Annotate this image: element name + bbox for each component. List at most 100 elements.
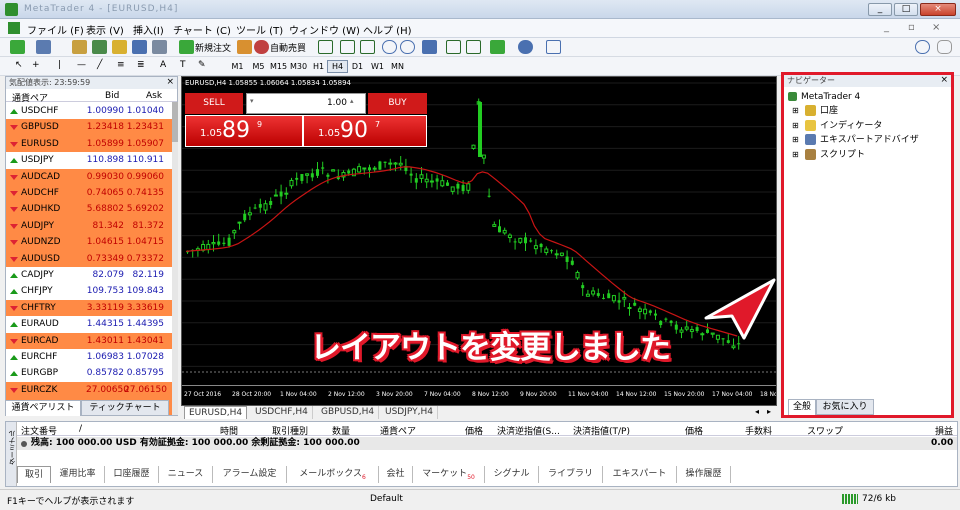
market-watch-row[interactable]: CHFJPY 109.753 109.843 <box>6 283 172 301</box>
tab-common[interactable]: 全般 <box>788 399 816 415</box>
terminal-tab[interactable]: 操作履歴 <box>677 466 731 483</box>
buy-price[interactable]: 1.05 90 7 <box>303 115 427 147</box>
autoscroll-icon[interactable] <box>446 40 461 54</box>
col-profit[interactable]: 損益 <box>935 424 953 437</box>
mdi-close[interactable]: × <box>932 22 940 33</box>
market-watch-icon[interactable] <box>72 40 87 54</box>
terminal-tab[interactable]: メールボックス6 <box>287 466 379 483</box>
col-ask[interactable]: Ask <box>146 91 162 101</box>
hline-icon[interactable]: — <box>77 60 86 70</box>
market-watch-row[interactable]: AUDUSD 0.73349 0.73372 <box>6 250 172 268</box>
tf-h4[interactable]: H4 <box>327 60 348 73</box>
minimize-button[interactable]: _ <box>868 3 892 16</box>
market-watch-row[interactable]: EURGBP 0.85782 0.85795 <box>6 365 172 383</box>
col-commission[interactable]: 手数料 <box>745 424 772 437</box>
label-icon[interactable]: T <box>180 60 186 70</box>
terminal-tab[interactable]: ライブラリ <box>539 466 603 483</box>
tf-m15[interactable]: M15 <box>268 60 289 73</box>
sell-price[interactable]: 1.05 89 9 <box>185 115 303 147</box>
new-order-icon[interactable] <box>179 40 194 54</box>
chart-tab-eurusd[interactable]: EURUSD,H4 <box>184 406 248 419</box>
market-watch-row[interactable]: EURCZK 27.00650 27.06150 <box>6 381 172 399</box>
terminal-tab[interactable]: 口座履歴 <box>105 466 159 483</box>
menu-chart[interactable]: チャート (C) <box>173 22 231 37</box>
data-window-icon[interactable] <box>92 40 107 54</box>
tf-mn[interactable]: MN <box>387 60 408 73</box>
tab-favorites[interactable]: お気に入り <box>816 399 874 415</box>
market-watch-close-icon[interactable]: × <box>166 77 174 87</box>
market-watch-row[interactable]: CADJPY 82.079 82.119 <box>6 267 172 284</box>
market-watch-row[interactable]: EURCHF 1.06983 1.07028 <box>6 349 172 366</box>
market-watch-row[interactable]: USDCHF 1.00990 1.01040 <box>6 103 172 120</box>
menu-window[interactable]: ウィンドウ (W) <box>289 22 360 37</box>
col-tp[interactable]: 決済指値(T/P) <box>573 424 630 437</box>
search-icon[interactable] <box>915 40 930 54</box>
tab-scroll-left-icon[interactable]: ◂ <box>755 407 759 416</box>
col-time[interactable]: 時間 <box>220 424 238 437</box>
chart-tab-usdchf[interactable]: USDCHF,H4 <box>251 406 313 419</box>
terminal-tab[interactable]: 取引 <box>17 466 51 483</box>
profiles-icon[interactable] <box>36 40 51 54</box>
sell-button[interactable]: SELL <box>185 93 243 114</box>
cursor-icon[interactable]: ↖ <box>15 60 23 70</box>
market-watch-row[interactable]: USDJPY 110.898 110.911 <box>6 152 172 170</box>
expand-icon[interactable]: ⊞ <box>792 119 799 133</box>
chart-shift-icon[interactable] <box>466 40 481 54</box>
tile-windows-icon[interactable] <box>422 40 437 54</box>
scroll-thumb[interactable] <box>172 102 178 142</box>
new-chart-icon[interactable] <box>10 40 25 54</box>
menu-insert[interactable]: 挿入(I) <box>133 22 164 37</box>
market-watch-scrollbar[interactable] <box>172 102 178 415</box>
terminal-tab[interactable]: シグナル <box>485 466 539 483</box>
lot-down-icon[interactable]: ▾ <box>250 97 254 105</box>
new-order-button[interactable]: 新規注文 <box>195 41 231 54</box>
tab-symbols[interactable]: 通貨ペアリスト <box>5 400 81 416</box>
market-watch-row[interactable]: AUDJPY 81.342 81.372 <box>6 217 172 235</box>
lot-up-icon[interactable]: ▴ <box>350 97 354 105</box>
menu-view[interactable]: 表示 (V) <box>86 22 124 37</box>
zoom-in-icon[interactable] <box>382 40 397 54</box>
terminal-tab[interactable]: 会社 <box>379 466 413 483</box>
bar-chart-icon[interactable] <box>318 40 333 54</box>
menu-tools[interactable]: ツール (T) <box>236 22 283 37</box>
market-watch-row[interactable]: AUDCHF 0.74065 0.74135 <box>6 185 172 202</box>
tf-m5[interactable]: M5 <box>248 60 269 73</box>
col-sort[interactable]: / <box>79 424 82 434</box>
terminal-tab[interactable]: ニュース <box>159 466 213 483</box>
tf-h1[interactable]: H1 <box>308 60 329 73</box>
crosshair-icon[interactable]: + <box>32 60 40 70</box>
col-swap[interactable]: スワップ <box>807 424 843 437</box>
chart-tab-gbpusd[interactable]: GBPUSD,H4 <box>317 406 380 419</box>
market-watch-row[interactable]: GBPUSD 1.23418 1.23431 <box>6 119 172 137</box>
metaeditor-icon[interactable] <box>237 40 252 54</box>
market-watch-row[interactable]: EURCAD 1.43011 1.43041 <box>6 332 172 350</box>
terminal-icon[interactable] <box>132 40 147 54</box>
text-icon[interactable]: A <box>160 60 166 70</box>
navigator-icon[interactable] <box>112 40 127 54</box>
market-watch-row[interactable]: EURUSD 1.05899 1.05907 <box>6 135 172 153</box>
maximize-button[interactable]: □ <box>894 3 918 16</box>
indicators-icon[interactable] <box>490 40 505 54</box>
col-type[interactable]: 取引種別 <box>272 424 308 437</box>
vline-icon[interactable]: | <box>58 60 61 70</box>
chat-icon[interactable] <box>937 40 952 54</box>
market-watch-row[interactable]: EURAUD 1.44315 1.44395 <box>6 316 172 334</box>
menu-help[interactable]: ヘルプ (H) <box>363 22 412 37</box>
lot-size-input[interactable]: 1.00 <box>246 93 366 114</box>
market-watch-row[interactable]: AUDNZD 1.04615 1.04715 <box>6 234 172 252</box>
col-price2[interactable]: 価格 <box>685 424 703 437</box>
mdi-minimize[interactable]: _ <box>884 22 889 33</box>
channel-icon[interactable]: ≡ <box>117 60 125 70</box>
templates-icon[interactable] <box>546 40 561 54</box>
expand-icon[interactable]: ⊞ <box>792 104 799 118</box>
status-profile[interactable]: Default <box>370 494 403 504</box>
col-bid[interactable]: Bid <box>105 91 119 101</box>
tf-w1[interactable]: W1 <box>367 60 388 73</box>
buy-button[interactable]: BUY <box>368 93 427 114</box>
fibo-icon[interactable]: ≣ <box>137 60 145 70</box>
tf-d1[interactable]: D1 <box>347 60 368 73</box>
mdi-restore[interactable]: ▫ <box>908 22 915 33</box>
col-order[interactable]: 注文番号 <box>21 424 57 437</box>
terminal-tab[interactable]: 運用比率 <box>51 466 105 483</box>
candle-chart-icon[interactable] <box>340 40 355 54</box>
